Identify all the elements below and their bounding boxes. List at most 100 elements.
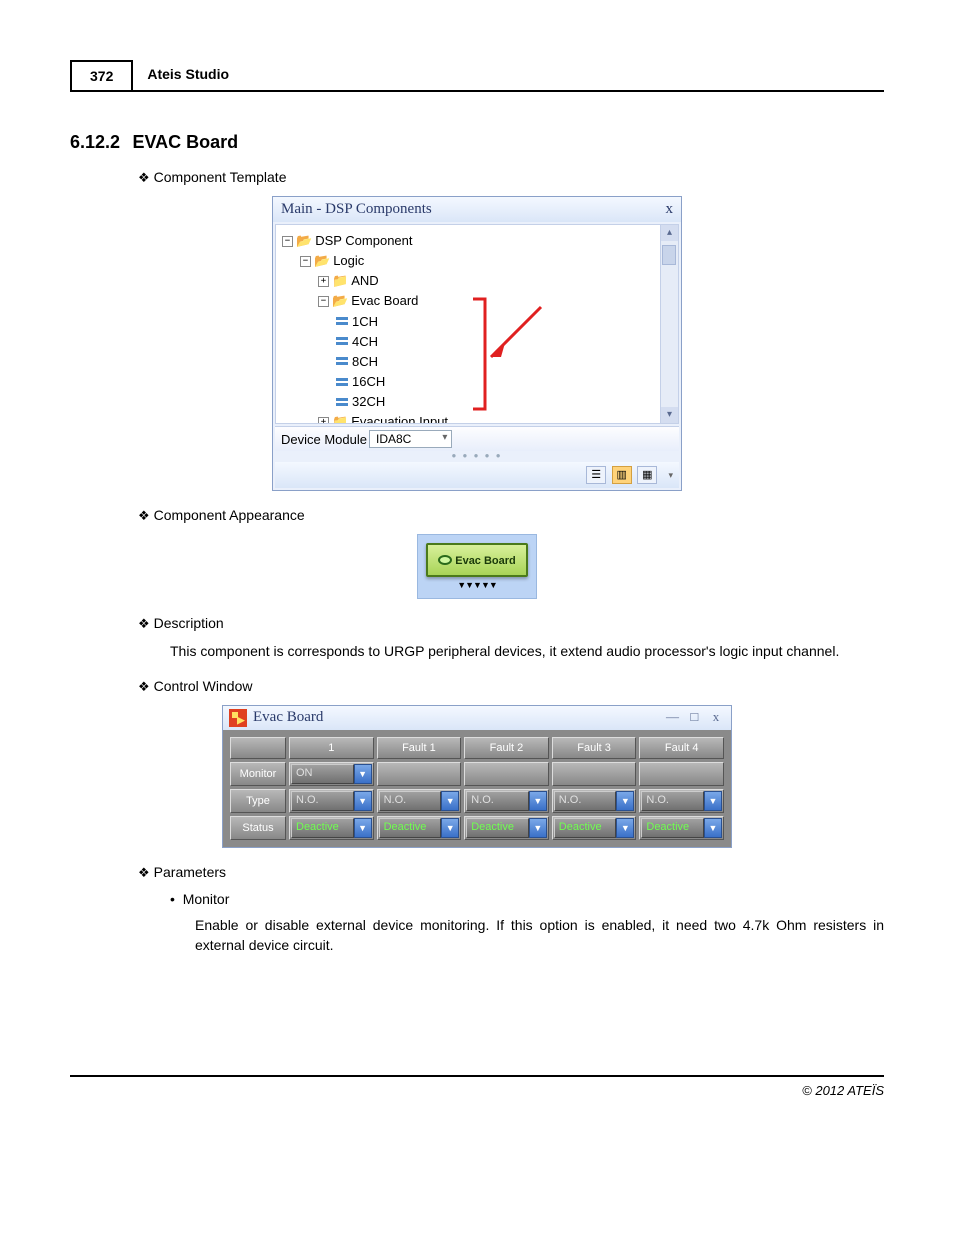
diamond-bullet-icon: ❖: [138, 679, 150, 694]
tree-node-root[interactable]: −📂DSP Component: [282, 231, 674, 251]
dropdown-icon[interactable]: ▼: [354, 791, 372, 811]
toolbar-dropdown-icon[interactable]: ▾: [661, 470, 673, 481]
dropdown-icon[interactable]: ▼: [354, 818, 372, 838]
tree-label: Evac Board: [351, 293, 418, 308]
tree-label: Evacuation Input: [351, 414, 448, 424]
subhead-control-window: ❖Control Window: [138, 678, 884, 695]
status-select[interactable]: Deactive▼: [554, 818, 635, 838]
control-window: Evac Board — □ x 1 Fault 1 Fault 2 Fault…: [222, 705, 732, 848]
component-outputs-icon: ▼▼▼▼▼: [426, 580, 528, 590]
subhead-description: ❖Description: [138, 615, 884, 632]
maximize-icon[interactable]: □: [685, 709, 703, 725]
tree-node-evacboard[interactable]: −📂Evac Board: [282, 291, 674, 311]
close-icon[interactable]: x: [707, 709, 725, 725]
tree-label: DSP Component: [315, 233, 412, 248]
dropdown-icon[interactable]: ▼: [529, 791, 547, 811]
channel-icon: [336, 317, 348, 327]
dropdown-icon[interactable]: ▼: [704, 791, 722, 811]
parameter-name: Monitor: [183, 891, 230, 907]
control-title: Evac Board: [253, 709, 323, 726]
tree-node-evacinput[interactable]: +📁Evacuation Input: [282, 412, 674, 424]
component-tree[interactable]: −📂DSP Component −📂Logic +📁AND −📂Evac Boa…: [276, 225, 678, 424]
control-body: 1 Fault 1 Fault 2 Fault 3 Fault 4 Monito…: [223, 730, 731, 847]
tree-item[interactable]: 16CH: [282, 372, 674, 392]
device-module-select[interactable]: IDA8C: [369, 430, 452, 448]
diamond-bullet-icon: ❖: [138, 865, 150, 880]
table-row-status: Status Deactive▼ Deactive▼ Deactive▼ Dea…: [230, 816, 724, 840]
view-columns-icon[interactable]: ▥: [612, 466, 632, 484]
select-value: N.O.: [291, 791, 354, 811]
close-icon[interactable]: x: [666, 201, 674, 218]
dropdown-icon[interactable]: ▼: [704, 818, 722, 838]
status-select[interactable]: Deactive▼: [466, 818, 547, 838]
tree-label: Logic: [333, 253, 364, 268]
status-select[interactable]: Deactive▼: [291, 818, 372, 838]
type-select[interactable]: N.O.▼: [466, 791, 547, 811]
type-select[interactable]: N.O.▼: [554, 791, 635, 811]
control-table: 1 Fault 1 Fault 2 Fault 3 Fault 4 Monito…: [227, 734, 727, 843]
expand-icon[interactable]: +: [318, 276, 329, 287]
tree-node-and[interactable]: +📁AND: [282, 271, 674, 291]
channel-icon: [336, 378, 348, 388]
view-grid-icon[interactable]: ▦: [637, 466, 657, 484]
evac-board-app-icon: [229, 709, 247, 727]
dropdown-icon[interactable]: ▼: [441, 818, 459, 838]
empty-cell: [464, 762, 549, 786]
collapse-icon[interactable]: −: [318, 296, 329, 307]
tree-label: AND: [351, 273, 378, 288]
minimize-icon[interactable]: —: [664, 709, 682, 725]
header-title: Ateis Studio: [133, 60, 243, 90]
subhead-label: Description: [154, 615, 224, 631]
scrollbar[interactable]: ▴ ▾: [660, 225, 678, 423]
tree-item[interactable]: 1CH: [282, 312, 674, 332]
template-title: Main - DSP Components: [281, 201, 432, 218]
component-ring-icon: [438, 555, 452, 565]
template-titlebar: Main - DSP Components x: [273, 197, 681, 222]
monitor-select[interactable]: ON▼: [291, 764, 372, 784]
tree-item[interactable]: 4CH: [282, 332, 674, 352]
tree-label: 32CH: [352, 394, 385, 409]
empty-cell: [639, 762, 724, 786]
type-select[interactable]: N.O.▼: [379, 791, 460, 811]
tree-item[interactable]: 8CH: [282, 352, 674, 372]
tree-item[interactable]: 32CH: [282, 392, 674, 412]
channel-icon: [336, 357, 348, 367]
component-label: Evac Board: [455, 555, 516, 567]
select-value: Deactive: [554, 818, 617, 838]
row-label: Monitor: [230, 762, 286, 786]
status-select[interactable]: Deactive▼: [641, 818, 722, 838]
evac-board-component[interactable]: Evac Board: [426, 543, 528, 577]
template-toolbar: ☰ ▥ ▦ ▾: [275, 462, 679, 488]
dropdown-icon[interactable]: ▼: [441, 791, 459, 811]
collapse-icon[interactable]: −: [300, 256, 311, 267]
dropdown-icon[interactable]: ▼: [616, 791, 634, 811]
select-value: Deactive: [379, 818, 442, 838]
tree-label: 4CH: [352, 334, 378, 349]
expand-icon[interactable]: +: [318, 417, 329, 424]
status-select[interactable]: Deactive▼: [379, 818, 460, 838]
folder-icon: 📁: [332, 414, 348, 424]
view-list-icon[interactable]: ☰: [586, 466, 606, 484]
table-header-row: 1 Fault 1 Fault 2 Fault 3 Fault 4: [230, 737, 724, 759]
device-module-row: Device Module IDA8C: [275, 426, 679, 451]
dropdown-icon[interactable]: ▼: [616, 818, 634, 838]
section-heading: 6.12.2 EVAC Board: [70, 132, 884, 153]
dropdown-icon[interactable]: ▼: [529, 818, 547, 838]
type-select[interactable]: N.O.▼: [291, 791, 372, 811]
page-header: 372 Ateis Studio: [70, 60, 884, 92]
tree-node-logic[interactable]: −📂Logic: [282, 251, 674, 271]
component-template-window: Main - DSP Components x −📂DSP Component …: [272, 196, 682, 491]
scroll-thumb[interactable]: [662, 245, 676, 265]
select-value: ON: [291, 764, 354, 784]
folder-icon: 📁: [332, 273, 348, 288]
scroll-up-icon[interactable]: ▴: [661, 225, 678, 241]
collapse-icon[interactable]: −: [282, 236, 293, 247]
scroll-down-icon[interactable]: ▾: [661, 407, 678, 423]
subhead-parameters: ❖Parameters: [138, 864, 884, 881]
resize-grip-icon[interactable]: ● ● ● ● ●: [273, 451, 681, 460]
type-select[interactable]: N.O.▼: [641, 791, 722, 811]
channel-icon: [336, 337, 348, 347]
col-header: Fault 1: [377, 737, 462, 759]
dropdown-icon[interactable]: ▼: [354, 764, 372, 784]
col-header: Fault 4: [639, 737, 724, 759]
